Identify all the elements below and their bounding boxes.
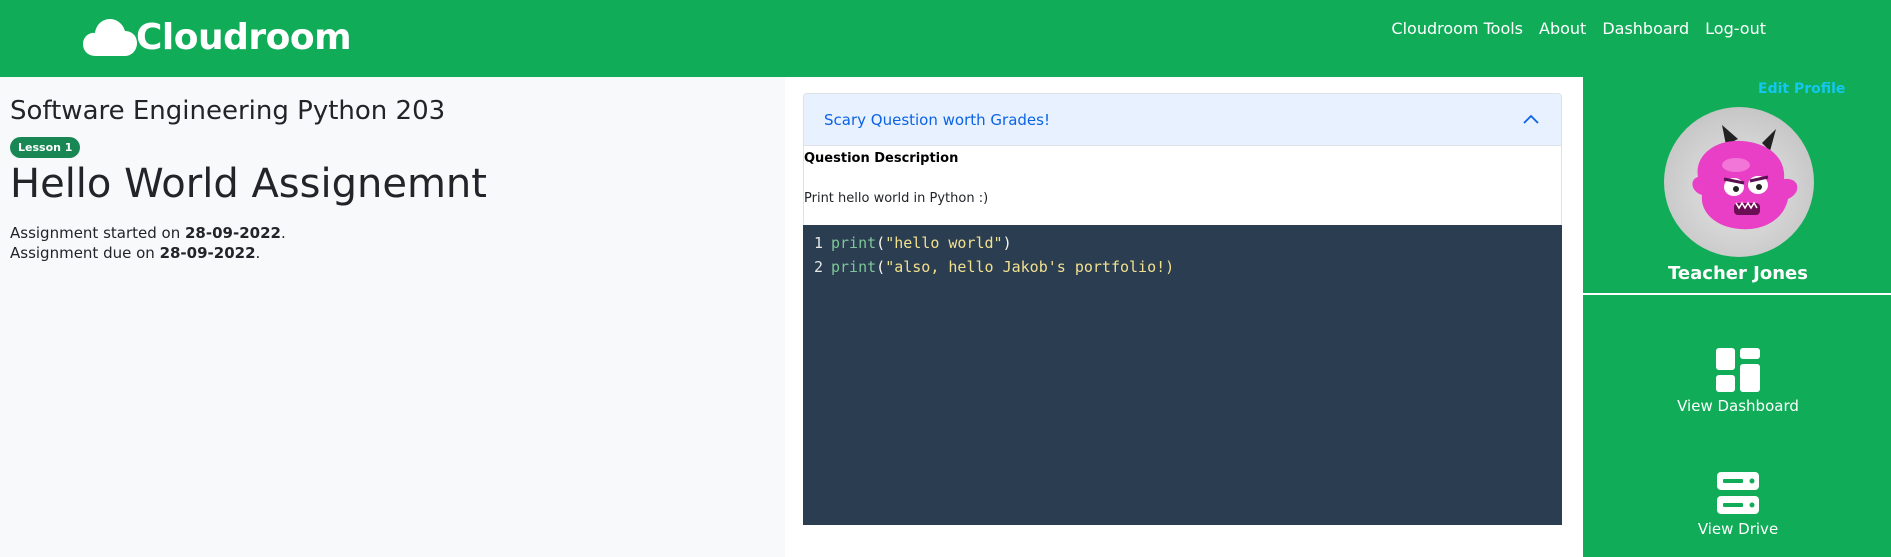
- nav-link-logout[interactable]: Log-out: [1705, 19, 1766, 38]
- line-number: 2: [813, 258, 823, 276]
- view-dashboard-button[interactable]: View Dashboard: [1583, 347, 1891, 415]
- code-line: 1 print("hello world"): [803, 231, 1562, 255]
- sidebar-divider: [1583, 293, 1891, 295]
- due-date-suffix: .: [255, 244, 261, 262]
- assignment-title: Hello World Assignemnt: [10, 161, 487, 207]
- due-date-line: Assignment due on 28-09-2022.: [10, 243, 286, 263]
- avatar: [1664, 107, 1814, 257]
- profile-sidebar: Edit Profile Teacher Jones View Dashboar…: [1581, 77, 1891, 557]
- edit-profile-link[interactable]: Edit Profile: [1758, 81, 1845, 97]
- code-line: 2 print("also, hello Jakob's portfolio!): [803, 255, 1562, 279]
- nav-link-about[interactable]: About: [1539, 19, 1586, 38]
- top-navbar: Cloudroom Cloudroom Tools About Dashboar…: [0, 0, 1891, 77]
- question-title: Scary Question worth Grades!: [824, 110, 1050, 129]
- cloud-icon: [83, 19, 137, 56]
- server-icon: [1717, 472, 1759, 514]
- code-editor[interactable]: 1 print("hello world") 2 print("also, he…: [803, 225, 1562, 525]
- nav-links: Cloudroom Tools About Dashboard Log-out: [1391, 19, 1766, 38]
- course-title: Software Engineering Python 203: [10, 96, 446, 126]
- lesson-badge: Lesson 1: [10, 137, 81, 158]
- question-accordion: Scary Question worth Grades! Question De…: [803, 93, 1562, 227]
- code-keyword: print: [831, 234, 877, 252]
- accordion-header[interactable]: Scary Question worth Grades!: [804, 94, 1561, 146]
- view-dashboard-label: View Dashboard: [1677, 397, 1799, 415]
- assignment-info-panel: Software Engineering Python 203 Lesson 1…: [0, 77, 785, 557]
- question-panel: Scary Question worth Grades! Question De…: [785, 77, 1581, 557]
- code-keyword: print: [831, 258, 877, 276]
- start-date-line: Assignment started on 28-09-2022.: [10, 223, 286, 243]
- chevron-up-icon[interactable]: [1521, 110, 1541, 130]
- dashboard-icon: [1716, 348, 1760, 392]
- brand-logo[interactable]: Cloudroom: [82, 12, 352, 62]
- brand-name: Cloudroom: [136, 16, 352, 58]
- code-paren: ): [1002, 234, 1012, 252]
- pink-monster-avatar-icon: [1692, 125, 1798, 230]
- nav-link-dashboard[interactable]: Dashboard: [1602, 19, 1689, 38]
- line-number: 1: [813, 234, 823, 252]
- due-date-prefix: Assignment due on: [10, 244, 160, 262]
- code-paren: (: [876, 234, 886, 252]
- code-paren: (: [876, 258, 886, 276]
- start-date-suffix: .: [280, 224, 286, 242]
- question-description-text: Print hello world in Python :): [804, 191, 989, 206]
- assignment-dates: Assignment started on 28-09-2022. Assign…: [10, 223, 286, 263]
- start-date-prefix: Assignment started on: [10, 224, 185, 242]
- nav-link-tools[interactable]: Cloudroom Tools: [1391, 19, 1523, 38]
- question-description-label: Question Description: [804, 151, 959, 166]
- view-drive-label: View Drive: [1697, 520, 1779, 538]
- accordion-body: Question Description Print hello world i…: [804, 146, 1561, 226]
- teacher-name: Teacher Jones: [1668, 263, 1808, 284]
- view-drive-button[interactable]: View Drive: [1583, 470, 1891, 538]
- start-date: 28-09-2022: [185, 224, 281, 242]
- due-date: 28-09-2022: [159, 244, 256, 262]
- code-string: "also, hello Jakob's portfolio!): [885, 258, 1175, 276]
- code-string: "hello world": [885, 234, 1003, 252]
